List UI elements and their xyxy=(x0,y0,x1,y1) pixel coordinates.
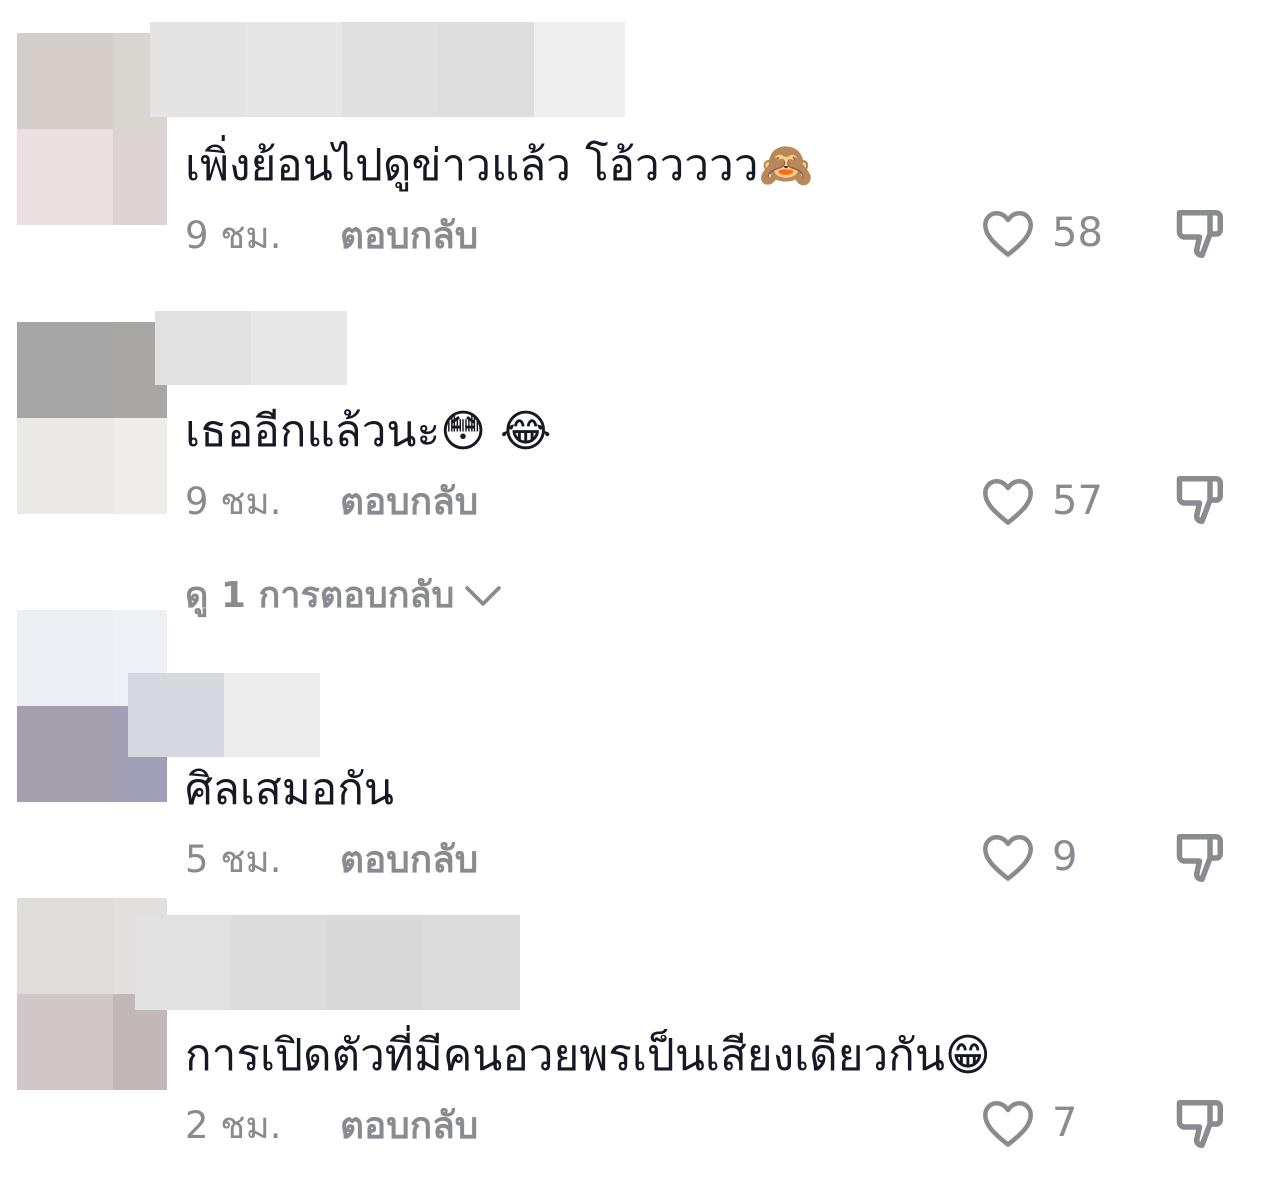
like-count: 7 xyxy=(1052,1100,1078,1146)
comment-time: 2 ชม. xyxy=(185,1104,282,1147)
avatar[interactable] xyxy=(17,33,167,225)
heart-outline-icon xyxy=(983,834,1033,881)
comment-text: การเปิดตัวที่มีคนอวยพรเป็นเสียงเดียวกัน😁 xyxy=(185,1030,991,1081)
reply-button[interactable]: ตอบกลับ xyxy=(340,836,478,884)
thumbs-down-outline-icon xyxy=(1176,834,1223,882)
like-button[interactable]: 9 xyxy=(980,832,1077,882)
reply-button[interactable]: ตอบกลับ xyxy=(340,212,478,260)
heart-outline-icon xyxy=(983,478,1033,525)
thumbs-down-outline-icon xyxy=(1176,210,1223,258)
username-blurred[interactable] xyxy=(150,22,625,117)
view-replies-label: ดู 1 การตอบกลับ xyxy=(185,575,455,616)
username-blurred[interactable] xyxy=(135,915,520,1010)
like-count: 9 xyxy=(1052,834,1078,880)
view-replies-button[interactable]: ดู 1 การตอบกลับ xyxy=(185,572,502,620)
dislike-button[interactable] xyxy=(1172,470,1232,530)
comment-time: 5 ชม. xyxy=(185,838,282,881)
comment-time: 9 ชม. xyxy=(185,214,282,257)
comment-text: เพิ่งย้อนไปดูข่าวแล้ว โอ้ววววว🙈 xyxy=(185,140,814,191)
comment-text: ศิลเสมอกัน xyxy=(185,764,394,815)
like-button[interactable]: 57 xyxy=(980,476,1103,526)
thumbs-down-outline-icon xyxy=(1176,1100,1223,1148)
heart-outline-icon xyxy=(983,210,1033,257)
comment-time: 9 ชม. xyxy=(185,480,282,523)
comment-text: เธออีกแล้วนะ😳 😂 xyxy=(185,406,552,457)
like-count: 58 xyxy=(1052,210,1103,256)
like-button[interactable]: 7 xyxy=(980,1098,1077,1148)
thumbs-down-outline-icon xyxy=(1176,476,1223,524)
reply-button[interactable]: ตอบกลับ xyxy=(340,478,478,526)
dislike-button[interactable] xyxy=(1172,1094,1232,1154)
like-count: 57 xyxy=(1052,478,1103,524)
avatar[interactable] xyxy=(17,322,167,514)
username-blurred[interactable] xyxy=(155,311,347,385)
dislike-button[interactable] xyxy=(1172,828,1232,888)
heart-outline-icon xyxy=(983,1100,1033,1147)
username-blurred[interactable] xyxy=(128,673,320,757)
chevron-down-icon xyxy=(465,586,502,606)
dislike-button[interactable] xyxy=(1172,204,1232,264)
like-button[interactable]: 58 xyxy=(980,208,1103,258)
reply-button[interactable]: ตอบกลับ xyxy=(340,1102,478,1150)
